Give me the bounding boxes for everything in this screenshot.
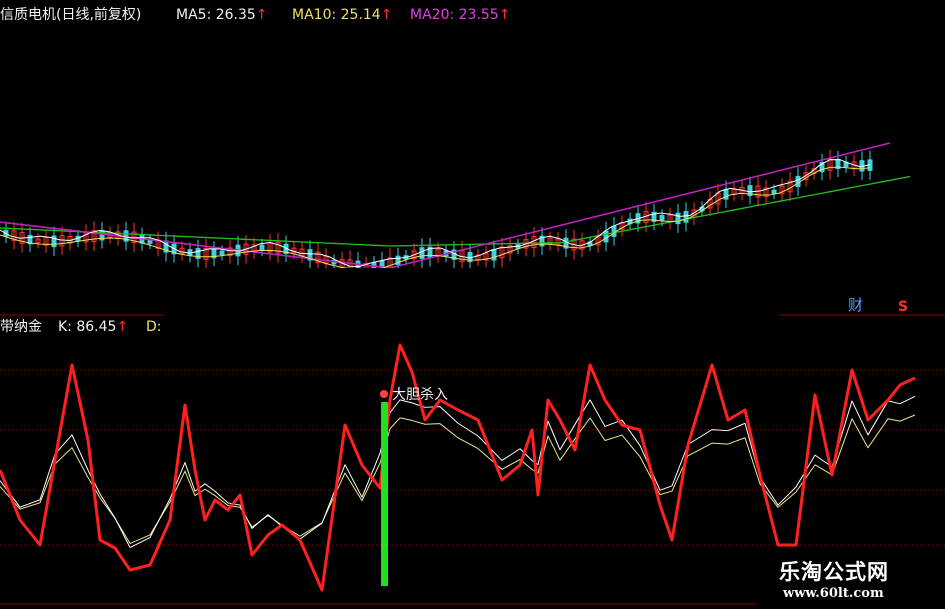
candle-body bbox=[611, 225, 617, 237]
candle-body bbox=[219, 250, 225, 256]
k-up-arrow-icon: ↑ bbox=[116, 319, 129, 335]
finance-label[interactable]: 财 bbox=[848, 296, 863, 314]
buy-signal-marker-icon bbox=[380, 390, 388, 398]
ma10-up-arrow-icon: ↑ bbox=[380, 7, 393, 23]
ma5-up-arrow-icon: ↑ bbox=[255, 7, 268, 23]
ma5-legend: MA5: 26.35↑ bbox=[176, 6, 268, 24]
ma20-up-arrow-icon: ↑ bbox=[498, 7, 511, 23]
ma5-label: MA5: 26.35 bbox=[176, 7, 256, 23]
candle-body bbox=[491, 249, 497, 261]
buy-signal-bar bbox=[381, 402, 388, 586]
redacted-area-middle bbox=[163, 268, 779, 338]
k-legend: K: 86.45↑ bbox=[58, 318, 128, 336]
ma20-label: MA20: 23.55 bbox=[410, 7, 499, 23]
ma10-legend: MA10: 25.14↑ bbox=[292, 6, 392, 24]
indicator-name: 带纳金 bbox=[0, 319, 42, 335]
buy-signal-label: 大胆杀入 bbox=[392, 387, 448, 403]
k-label: K: 86.45 bbox=[58, 319, 117, 335]
j-line bbox=[0, 414, 916, 544]
candle-body bbox=[683, 211, 689, 223]
d-line bbox=[0, 396, 916, 549]
ma5-line bbox=[0, 159, 871, 267]
watermark-url: www.60lt.com bbox=[783, 586, 884, 601]
s-badge[interactable]: S bbox=[898, 298, 908, 316]
redacted-area-top bbox=[534, 0, 945, 140]
candle-body bbox=[659, 214, 665, 221]
stock-chart-screen: 信质电机(日线,前复权) MA5: 26.35↑ MA10: 25.14↑ MA… bbox=[0, 0, 945, 609]
ma10-label: MA10: 25.14 bbox=[292, 7, 381, 23]
stock-title: 信质电机(日线,前复权) bbox=[0, 7, 142, 23]
candle-body bbox=[795, 175, 801, 188]
d-label: D: bbox=[146, 319, 162, 335]
watermark-title: 乐淘公式网 bbox=[779, 560, 889, 584]
candle-body bbox=[259, 244, 265, 251]
candle-body bbox=[675, 212, 681, 225]
candle-body bbox=[603, 230, 609, 243]
candle-body bbox=[771, 189, 777, 195]
watermark: 乐淘公式网 www.60lt.com bbox=[757, 548, 945, 609]
candle-body bbox=[419, 247, 425, 259]
ma20-legend: MA20: 23.55↑ bbox=[410, 6, 510, 24]
ma10-line bbox=[0, 166, 871, 270]
